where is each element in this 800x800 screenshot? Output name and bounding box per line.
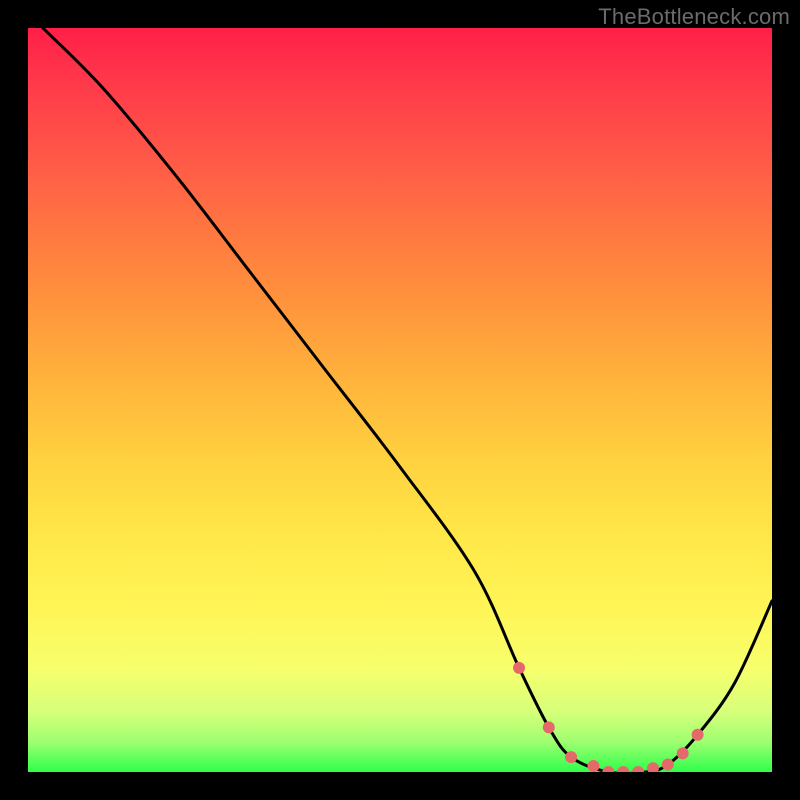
marker-dot — [662, 759, 674, 771]
chart-svg — [28, 28, 772, 772]
marker-dot — [513, 662, 525, 674]
marker-dot — [692, 729, 704, 741]
marker-dot — [565, 751, 577, 763]
plot-area — [28, 28, 772, 772]
marker-dot — [543, 721, 555, 733]
curve-line — [43, 28, 772, 772]
marker-dot — [647, 762, 659, 772]
marker-dot — [677, 747, 689, 759]
marker-dot — [617, 766, 629, 772]
chart-frame: TheBottleneck.com — [0, 0, 800, 800]
marker-dot — [587, 760, 599, 772]
watermark-text: TheBottleneck.com — [598, 4, 790, 30]
marker-dot — [632, 766, 644, 772]
marker-dot — [602, 766, 614, 772]
